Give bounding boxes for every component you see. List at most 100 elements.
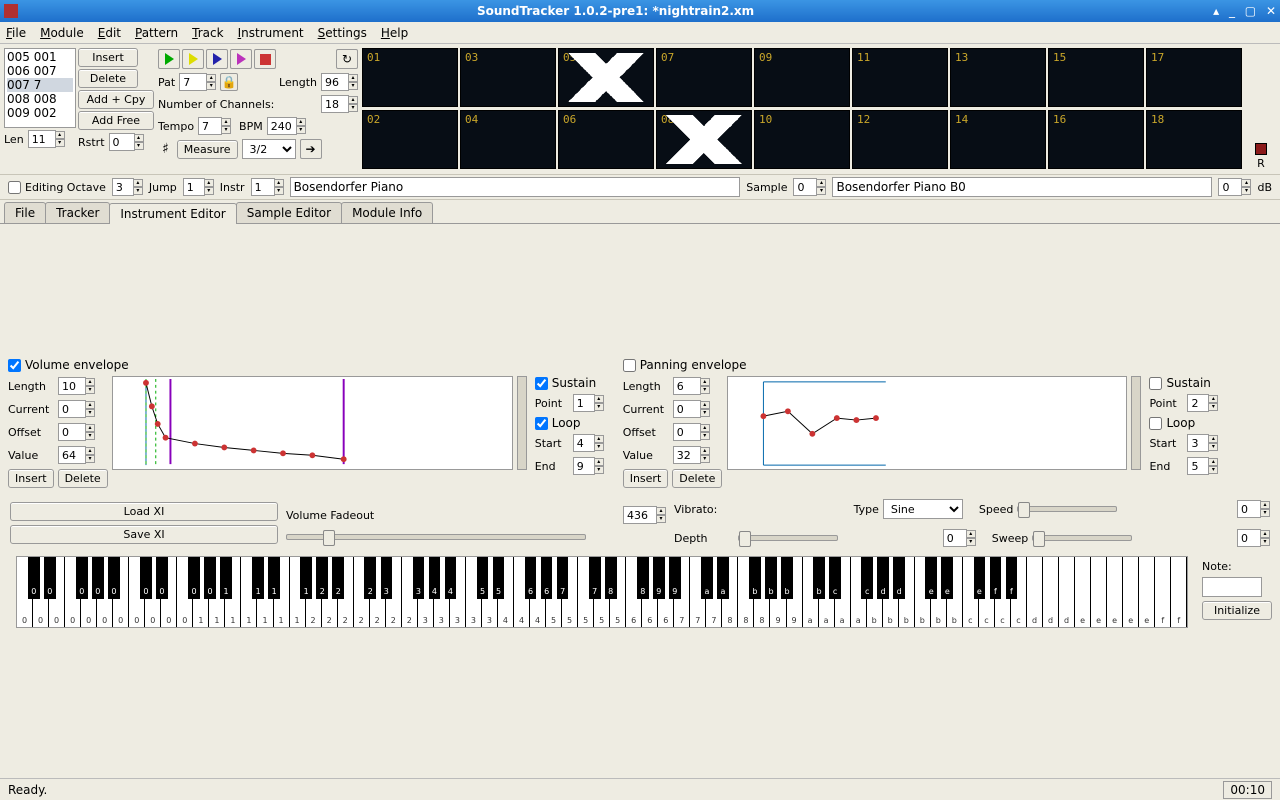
black-key[interactable]: a	[717, 557, 729, 599]
black-key[interactable]: f	[990, 557, 1002, 599]
black-key[interactable]: 6	[525, 557, 537, 599]
white-key[interactable]: d	[1027, 557, 1043, 627]
pan-env-check[interactable]	[623, 359, 636, 372]
scope-01[interactable]: 01	[362, 48, 458, 107]
initialize-button[interactable]: Initialize	[1202, 601, 1272, 620]
minimize-icon[interactable]: ▴	[1213, 4, 1219, 18]
black-key[interactable]: 0	[44, 557, 56, 599]
black-key[interactable]: 6	[541, 557, 553, 599]
black-key[interactable]: e	[974, 557, 986, 599]
loop-button[interactable]: ↻	[336, 49, 358, 69]
load-xi-button[interactable]: Load XI	[10, 502, 278, 521]
vibrato-type-select[interactable]: Sine	[883, 499, 963, 519]
instr-spin[interactable]	[251, 178, 275, 196]
pan-scrollbar[interactable]	[1131, 376, 1141, 470]
minimize2-icon[interactable]: _	[1229, 4, 1235, 18]
black-key[interactable]: 7	[557, 557, 569, 599]
vol-point-spin[interactable]	[573, 394, 595, 412]
pan-insert-button[interactable]: Insert	[623, 469, 669, 488]
tempo-spin[interactable]	[198, 117, 222, 135]
pat-spin[interactable]	[179, 73, 207, 91]
len-spin[interactable]	[28, 130, 56, 148]
depth-spin[interactable]	[943, 529, 967, 547]
black-key[interactable]: 7	[589, 557, 601, 599]
white-key[interactable]: d	[1043, 557, 1059, 627]
black-key[interactable]: b	[765, 557, 777, 599]
vol-env-check[interactable]	[8, 359, 21, 372]
black-key[interactable]: 0	[156, 557, 168, 599]
black-key[interactable]: 2	[316, 557, 328, 599]
menu-file[interactable]: File	[6, 26, 26, 40]
black-key[interactable]: 5	[477, 557, 489, 599]
vol-value-spin[interactable]	[58, 446, 86, 464]
vol-scrollbar[interactable]	[517, 376, 527, 470]
scope-11[interactable]: 11	[852, 48, 948, 107]
tab-instrument-editor[interactable]: Instrument Editor	[109, 203, 236, 224]
tab-module-info[interactable]: Module Info	[341, 202, 433, 223]
scope-18[interactable]: 18	[1146, 110, 1242, 169]
nchan-spin[interactable]	[321, 95, 349, 113]
black-key[interactable]: 5	[493, 557, 505, 599]
scope-08[interactable]: 08	[656, 110, 752, 169]
delete-button[interactable]: Delete	[78, 69, 138, 88]
scope-06[interactable]: 06	[558, 110, 654, 169]
play-song-button[interactable]	[158, 49, 180, 69]
black-key[interactable]: 4	[429, 557, 441, 599]
black-key[interactable]: 8	[637, 557, 649, 599]
menu-instrument[interactable]: Instrument	[238, 26, 304, 40]
scope-16[interactable]: 16	[1048, 110, 1144, 169]
play-block-button[interactable]	[230, 49, 252, 69]
black-key[interactable]: 0	[92, 557, 104, 599]
vol-length-spin[interactable]	[58, 377, 86, 395]
black-key[interactable]: b	[781, 557, 793, 599]
lock-icon[interactable]: 🔒	[220, 73, 238, 91]
black-key[interactable]: 1	[268, 557, 280, 599]
black-key[interactable]: 3	[413, 557, 425, 599]
scope-03[interactable]: 03	[460, 48, 556, 107]
black-key[interactable]: e	[941, 557, 953, 599]
pan-start-spin[interactable]	[1187, 434, 1209, 452]
scope-15[interactable]: 15	[1048, 48, 1144, 107]
white-key[interactable]: e	[1107, 557, 1123, 627]
black-key[interactable]: b	[813, 557, 825, 599]
sample-name-input[interactable]	[832, 177, 1212, 197]
black-key[interactable]: c	[829, 557, 841, 599]
black-key[interactable]: b	[749, 557, 761, 599]
menu-help[interactable]: Help	[381, 26, 408, 40]
white-key[interactable]: e	[1123, 557, 1139, 627]
vol-delete-button[interactable]: Delete	[58, 469, 108, 488]
vol-sustain-check[interactable]	[535, 377, 548, 390]
black-key[interactable]: d	[893, 557, 905, 599]
stop-button[interactable]	[254, 49, 276, 69]
white-key[interactable]: f	[1155, 557, 1171, 627]
editing-octave-spin[interactable]	[112, 178, 134, 196]
white-key[interactable]: e	[1091, 557, 1107, 627]
black-key[interactable]: 9	[669, 557, 681, 599]
vol-offset-spin[interactable]	[58, 423, 86, 441]
black-key[interactable]: 9	[653, 557, 665, 599]
menu-pattern[interactable]: Pattern	[135, 26, 178, 40]
play-pattern-button[interactable]	[182, 49, 204, 69]
sharp-icon[interactable]: ♯	[158, 141, 173, 157]
keyboard[interactable]: 0000000000011111112222222333334445555566…	[16, 556, 1188, 628]
pan-loop-check[interactable]	[1149, 417, 1162, 430]
pan-envelope-graph[interactable]	[727, 376, 1128, 470]
speed-slider[interactable]	[1017, 506, 1117, 512]
play-cursor-button[interactable]	[206, 49, 228, 69]
black-key[interactable]: 0	[108, 557, 120, 599]
vol-insert-button[interactable]: Insert	[8, 469, 54, 488]
add-cpy-button[interactable]: Add + Cpy	[78, 90, 154, 109]
vol-loop-check[interactable]	[535, 417, 548, 430]
sequence-list[interactable]: 005 001006 007007 7008 008009 002	[4, 48, 76, 128]
white-key[interactable]: f	[1171, 557, 1187, 627]
close-icon[interactable]: ✕	[1266, 4, 1276, 18]
menu-track[interactable]: Track	[192, 26, 223, 40]
insert-button[interactable]: Insert	[78, 48, 138, 67]
scope-04[interactable]: 04	[460, 110, 556, 169]
scope-09[interactable]: 09	[754, 48, 850, 107]
black-key[interactable]: f	[1006, 557, 1018, 599]
black-key[interactable]: 0	[204, 557, 216, 599]
black-key[interactable]: 2	[364, 557, 376, 599]
sweep-slider[interactable]	[1032, 535, 1132, 541]
add-free-button[interactable]: Add Free	[78, 111, 154, 130]
